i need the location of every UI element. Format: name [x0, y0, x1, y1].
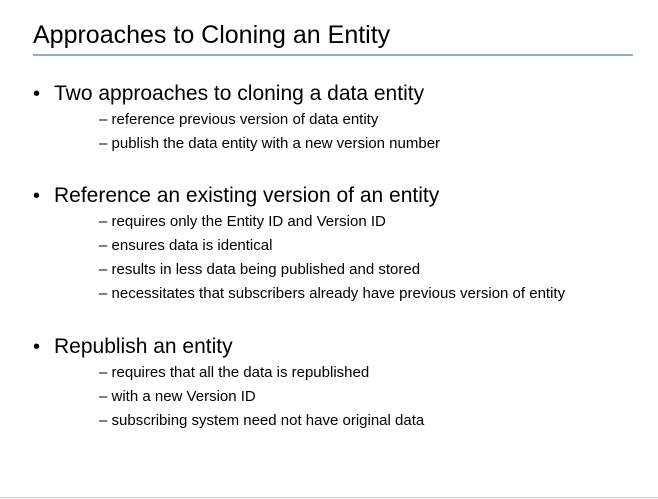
- dash-icon: –: [99, 111, 108, 128]
- dash-icon: –: [99, 412, 108, 429]
- footer-divider: [0, 497, 658, 498]
- list-item: – necessitates that subscribers already …: [99, 282, 565, 306]
- sub-list: – reference previous version of data ent…: [99, 108, 440, 156]
- list-item-text: ensures data is identical: [111, 237, 273, 254]
- slide-title: Approaches to Cloning an Entity: [33, 21, 391, 49]
- list-item: – subscribing system need not have origi…: [99, 409, 424, 433]
- list-item-text: publish the data entity with a new versi…: [111, 135, 441, 152]
- list-item-text: reference previous version of data entit…: [111, 111, 379, 128]
- dash-icon: –: [99, 285, 108, 302]
- section-heading: Reference an existing version of an enti…: [54, 184, 440, 207]
- dash-icon: –: [99, 261, 108, 278]
- bullet-icon: •: [33, 336, 41, 358]
- section-heading: Republish an entity: [54, 335, 233, 358]
- dash-icon: –: [99, 364, 108, 381]
- dash-icon: –: [99, 388, 108, 405]
- bullet-icon: •: [33, 185, 41, 207]
- dash-icon: –: [99, 213, 108, 230]
- section-heading: Two approaches to cloning a data entity: [54, 82, 425, 105]
- dash-icon: –: [99, 135, 108, 152]
- list-item: – ensures data is identical: [99, 234, 565, 258]
- bullet-icon: •: [33, 83, 41, 105]
- list-item: – with a new Version ID: [99, 385, 424, 409]
- list-item-text: with a new Version ID: [111, 388, 256, 405]
- dash-icon: –: [99, 237, 108, 254]
- list-item-text: requires that all the data is republishe…: [111, 364, 370, 381]
- title-underline: [33, 54, 633, 56]
- list-item: – results in less data being published a…: [99, 258, 565, 282]
- list-item: – publish the data entity with a new ver…: [99, 132, 440, 156]
- list-item-text: requires only the Entity ID and Version …: [111, 213, 386, 230]
- list-item: – reference previous version of data ent…: [99, 108, 440, 132]
- list-item-text: results in less data being published and…: [111, 261, 421, 278]
- list-item: – requires that all the data is republis…: [99, 361, 424, 385]
- cut-off-footer-strip: [0, 488, 658, 499]
- list-item: – requires only the Entity ID and Versio…: [99, 210, 565, 234]
- list-item-text: subscribing system need not have origina…: [111, 412, 425, 429]
- slide: Approaches to Cloning an Entity • Two ap…: [0, 0, 658, 499]
- sub-list: – requires only the Entity ID and Versio…: [99, 210, 565, 306]
- sub-list: – requires that all the data is republis…: [99, 361, 424, 433]
- list-item-text: necessitates that subscribers already ha…: [111, 285, 566, 302]
